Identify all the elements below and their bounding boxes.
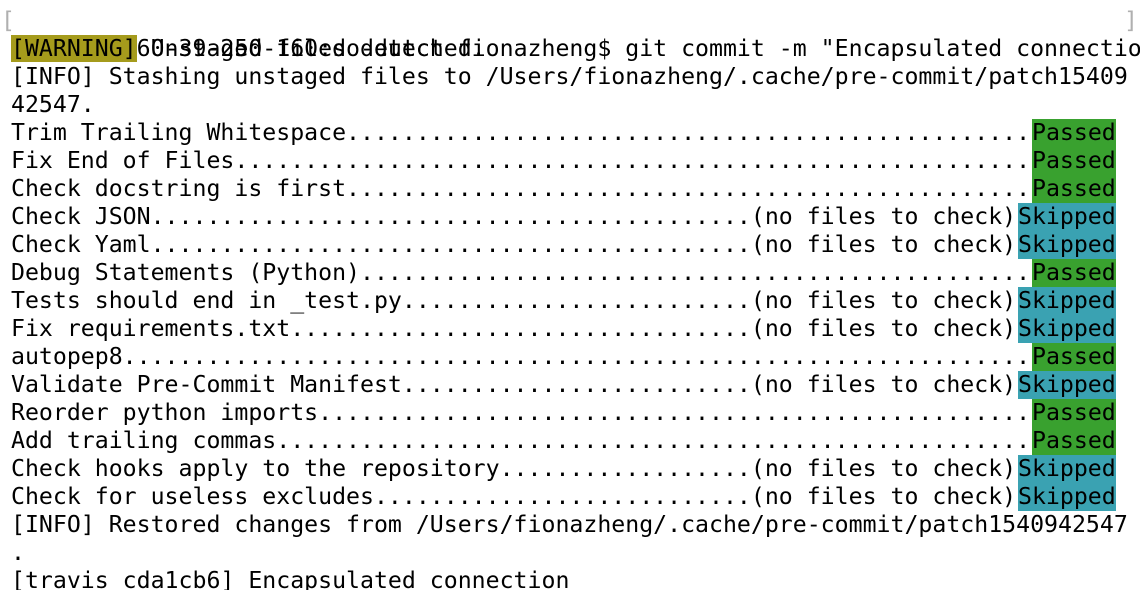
stash-info-line: [INFO] Stashing unstaged files to /Users…: [0, 63, 1140, 91]
hook-check-label: Check JSON..............................…: [11, 203, 1017, 230]
hook-check-label: Check docstring is first................…: [11, 175, 1031, 202]
hook-check-row: Reorder python imports..................…: [0, 399, 1140, 427]
hook-check-label: Check hooks apply to the repository.....…: [11, 455, 1017, 482]
hook-check-row: Validate Pre-Commit Manifest............…: [0, 371, 1140, 399]
hook-check-label: Tests should end in _test.py............…: [11, 287, 1017, 314]
terminal-window[interactable]: [dyn-160-39-250-160:do-dutch fionazheng$…: [0, 7, 1140, 590]
hook-check-row: autopep8................................…: [0, 343, 1140, 371]
hook-check-label: Validate Pre-Commit Manifest............…: [11, 371, 1017, 398]
hook-check-label: Reorder python imports..................…: [11, 399, 1031, 426]
status-badge-passed: Passed: [1032, 147, 1116, 175]
warning-line: [WARNING] Unstaged files detected.: [0, 35, 1140, 63]
hook-check-row: Debug Statements (Python)...............…: [0, 259, 1140, 287]
status-badge-skipped: Skipped: [1018, 483, 1116, 511]
status-badge-passed: Passed: [1032, 119, 1116, 147]
warning-text: Unstaged files detected.: [136, 35, 486, 62]
status-badge-skipped: Skipped: [1018, 203, 1116, 231]
hook-check-row: Check hooks apply to the repository.....…: [0, 455, 1140, 483]
status-badge-skipped: Skipped: [1018, 371, 1116, 399]
hook-check-row: Tests should end in _test.py............…: [0, 287, 1140, 315]
status-badge-passed: Passed: [1032, 259, 1116, 287]
hook-check-row: Check Yaml..............................…: [0, 231, 1140, 259]
restore-info-line: [INFO] Restored changes from /Users/fion…: [0, 511, 1140, 539]
stash-info-text: [INFO] Stashing unstaged files to /Users…: [11, 63, 1128, 90]
warning-tag: [WARNING]: [11, 35, 137, 62]
status-badge-passed: Passed: [1032, 175, 1116, 203]
hook-check-row: Fix requirements.txt....................…: [0, 315, 1140, 343]
line-mark-right: ]: [1124, 7, 1138, 34]
status-badge-skipped: Skipped: [1018, 315, 1116, 343]
stash-info-text-cont: 42547.: [11, 91, 95, 118]
hook-check-label: Fix requirements.txt....................…: [11, 315, 1017, 342]
hook-check-row: Fix End of Files........................…: [0, 147, 1140, 175]
hook-check-row: Check for useless excludes..............…: [0, 483, 1140, 511]
commit-result-line: [travis cda1cb6] Encapsulated connection: [0, 567, 1140, 590]
status-badge-skipped: Skipped: [1018, 455, 1116, 483]
hook-check-label: Trim Trailing Whitespace................…: [11, 119, 1031, 146]
hook-check-row: Check docstring is first................…: [0, 175, 1140, 203]
status-badge-passed: Passed: [1032, 427, 1116, 455]
hook-check-row: Check JSON..............................…: [0, 203, 1140, 231]
hook-check-row: Add trailing commas.....................…: [0, 427, 1140, 455]
hook-check-label: Add trailing commas.....................…: [11, 427, 1031, 454]
hook-check-list: Trim Trailing Whitespace................…: [0, 119, 1140, 511]
stash-info-line-cont: 42547.: [0, 91, 1140, 119]
commit-result-text: [travis cda1cb6] Encapsulated connection: [11, 567, 570, 590]
hook-check-label: Check Yaml..............................…: [11, 231, 1017, 258]
hook-check-label: Fix End of Files........................…: [11, 147, 1031, 174]
status-badge-skipped: Skipped: [1018, 287, 1116, 315]
restore-info-text-cont: .: [11, 539, 25, 566]
status-badge-passed: Passed: [1032, 399, 1116, 427]
hook-check-label: autopep8................................…: [11, 343, 1031, 370]
restore-info-line-cont: .: [0, 539, 1140, 567]
prompt-line: [dyn-160-39-250-160:do-dutch fionazheng$…: [0, 7, 1140, 62]
restore-info-text: [INFO] Restored changes from /Users/fion…: [11, 511, 1128, 538]
line-mark-left: [: [1, 7, 15, 34]
status-badge-passed: Passed: [1032, 343, 1116, 371]
hook-check-label: Debug Statements (Python)...............…: [11, 259, 1031, 286]
status-badge-skipped: Skipped: [1018, 231, 1116, 259]
hook-check-row: Trim Trailing Whitespace................…: [0, 119, 1140, 147]
hook-check-label: Check for useless excludes..............…: [11, 483, 1017, 510]
